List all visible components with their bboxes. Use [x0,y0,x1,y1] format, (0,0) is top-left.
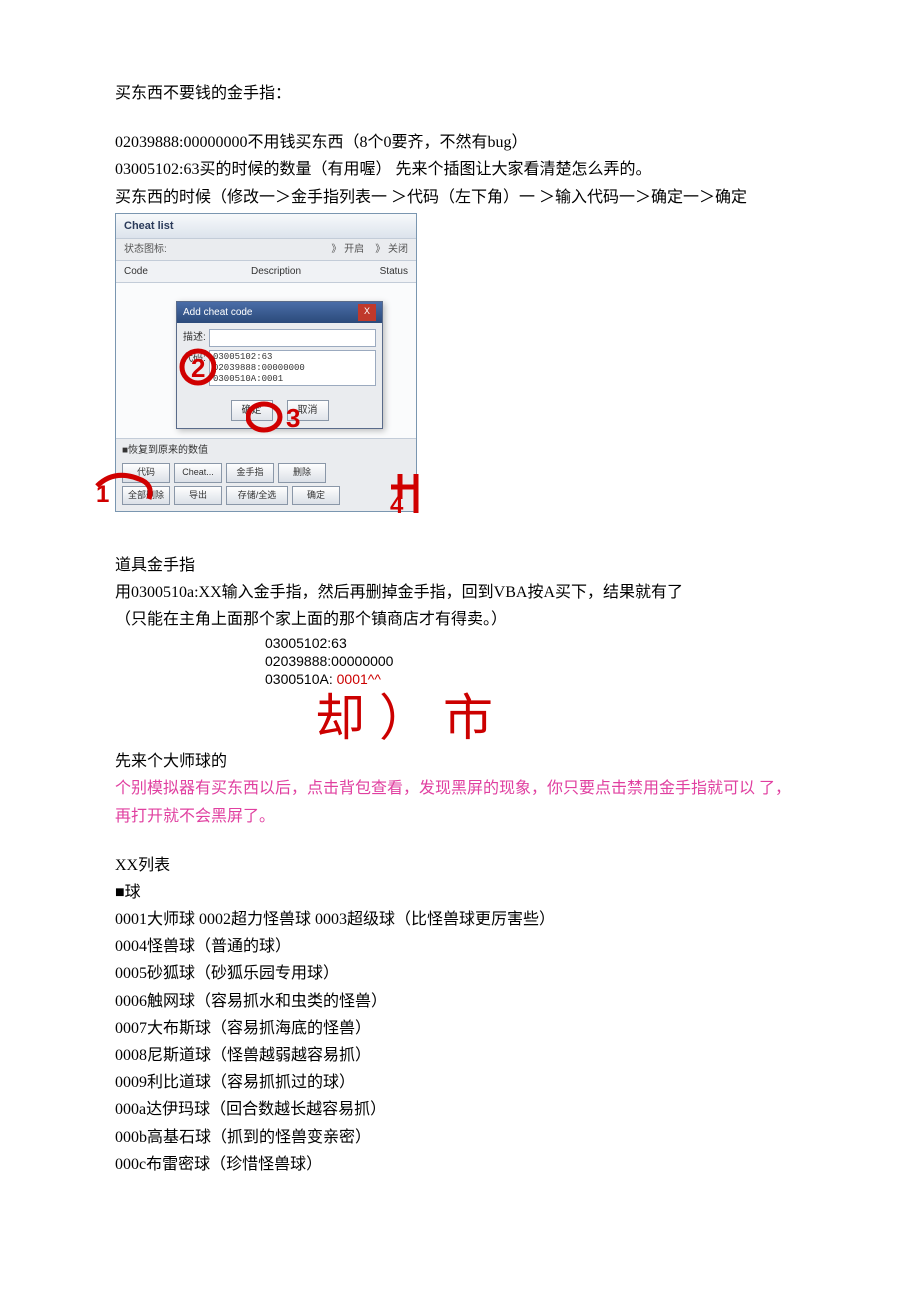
list-item: 0006触网球（容易抓水和虫类的怪兽） [115,988,805,1015]
dialog-ok-button[interactable]: 确定 [231,400,273,421]
list-item: 000a达伊玛球（回合数越长越容易抓） [115,1096,805,1123]
intro-line3: 买东西的时候（修改一＞金手指列表一 ＞代码（左下角）一 ＞输入代码一＞确定一＞确… [115,184,805,211]
section2-line2: （只能在主角上面那个家上面的那个镇商店才有得卖。） [115,606,805,633]
status-icon-label: 状态图标: [124,241,167,258]
xxlist-title: XX列表 [115,852,805,879]
list-item: 0008尼斯道球（怪兽越弱越容易抓） [115,1042,805,1069]
cheat-list-window: Cheat list 状态图标: 》 开启 》 关闭 Code Descript… [115,213,417,512]
code-line3: 0300510A: 0001^^ [265,670,805,688]
restore-checkbox-label[interactable]: ■恢复到原来的数值 [122,442,410,459]
section2-line1: 用0300510a:XX输入金手指，然后再删掉金手指，回到VBA按A买下，结果就… [115,579,805,606]
cheat-window-title: Cheat list [116,214,416,240]
open-label: 》 开启 [331,244,364,255]
ball-list: 0001大师球 0002超力怪兽球 0003超级球（比怪兽球更厉害些） 0004… [115,906,805,1178]
code-line2: 02039888:00000000 [265,652,805,670]
intro-title: 买东西不要钱的金手指： [115,80,805,107]
list-item: 0005砂狐球（砂狐乐园专用球） [115,960,805,987]
toolbar-export-button[interactable]: 导出 [174,486,222,505]
add-cheat-dialog: Add cheat code X 描述: 代码: 03005102:63 020… [176,301,383,429]
svg-text:1: 1 [96,481,109,506]
list-item: 000b高基石球（抓到的怪兽变亲密） [115,1124,805,1151]
code-input[interactable]: 03005102:63 02039888:00000000 0300510A:0… [209,350,376,386]
close-label: 》 关闭 [375,244,408,255]
toolbar-gs-button[interactable]: 金手指 [226,463,274,482]
list-item: 0004怪兽球（普通的球） [115,933,805,960]
toolbar-ok-button[interactable]: 确定 [292,486,340,505]
section2-line3: 先来个大师球的 [115,748,805,775]
big-red-text: 却）市 [315,688,805,748]
list-item: 0009利比道球（容易抓抓过的球） [115,1069,805,1096]
col-desc: Description [204,263,348,280]
code-label: 代码: [183,350,209,367]
dialog-title: Add cheat code [183,304,253,321]
toolbar-cheat-button[interactable]: Cheat... [174,463,222,482]
list-item: 0007大布斯球（容易抓海底的怪兽） [115,1015,805,1042]
toolbar-code-button[interactable]: 代码 [122,463,170,482]
pink-note: 个别模拟器有买东西以后，点击背包查看，发现黑屏的现象，你只要点击禁用金手指就可以… [115,775,805,829]
dialog-close-icon[interactable]: X [358,304,376,321]
col-status: Status [348,263,408,280]
toolbar-save-button[interactable]: 存储/全选 [226,486,288,505]
list-item: 0001大师球 0002超力怪兽球 0003超级球（比怪兽球更厉害些） [115,906,805,933]
list-item: 000c布雷密球（珍惜怪兽球） [115,1151,805,1178]
desc-input[interactable] [209,329,376,347]
desc-label: 描述: [183,329,209,346]
toolbar-del-button[interactable]: 删除 [278,463,326,482]
intro-line2: 03005102:63买的时候的数量（有用喔） 先来个插图让大家看清楚怎么弄的。 [115,156,805,183]
xxlist-category: ■球 [115,879,805,906]
col-code: Code [124,263,204,280]
toolbar-delall-button[interactable]: 全部删除 [122,486,170,505]
code-line1: 03005102:63 [265,634,805,652]
section2-title: 道具金手指 [115,552,805,579]
intro-line1: 02039888:00000000不用钱买东西（8个0要齐，不然有bug） [115,129,805,156]
dialog-cancel-button[interactable]: 取消 [287,400,329,421]
